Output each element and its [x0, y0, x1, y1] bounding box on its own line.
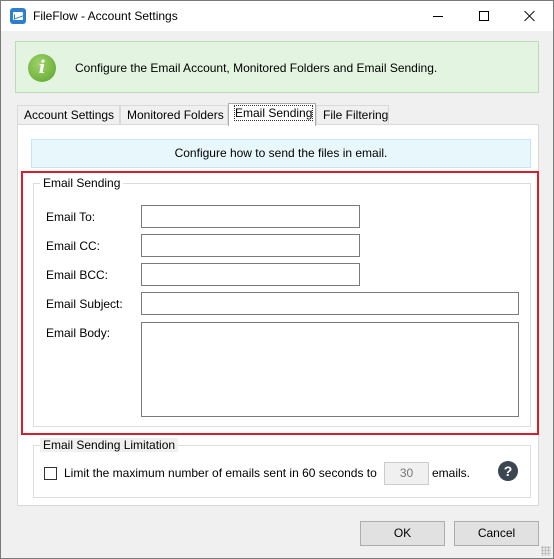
email-body-label: Email Body: [46, 326, 111, 340]
tab-monitored-folders[interactable]: Monitored Folders [120, 105, 228, 125]
maximize-button[interactable] [461, 1, 507, 31]
email-body-field[interactable] [141, 322, 519, 417]
email-cc-label: Email CC: [46, 239, 101, 253]
email-sending-legend: Email Sending [40, 176, 124, 190]
fileflow-app-icon [10, 8, 26, 24]
cancel-button[interactable]: Cancel [454, 521, 539, 546]
emails-label: emails. [432, 466, 471, 480]
email-to-label: Email To: [46, 210, 96, 224]
tab-file-filtering[interactable]: File Filtering [316, 105, 389, 125]
settings-window: FileFlow - Account Settings i Configure … [0, 0, 554, 559]
tab-label: Email Sending [233, 105, 314, 121]
info-banner: i Configure the Email Account, Monitored… [15, 41, 539, 93]
tab-label: Monitored Folders [127, 108, 224, 122]
email-limit-group: Email Sending Limitation Limit the maxim… [33, 438, 531, 498]
email-bcc-field[interactable] [141, 263, 360, 286]
tab-label: File Filtering [323, 108, 389, 122]
ok-button[interactable]: OK [360, 521, 445, 546]
title-bar: FileFlow - Account Settings [1, 1, 553, 31]
email-bcc-label: Email BCC: [46, 268, 109, 282]
window-title: FileFlow - Account Settings [33, 9, 178, 23]
close-button[interactable] [507, 1, 553, 31]
email-sending-panel: Configure how to send the files in email… [17, 124, 539, 506]
tab-account-settings[interactable]: Account Settings [17, 105, 120, 125]
email-subject-label: Email Subject: [46, 297, 123, 311]
close-icon [524, 10, 536, 22]
tab-label: Account Settings [24, 108, 115, 122]
maximize-icon [479, 11, 489, 21]
resize-grip-icon[interactable] [541, 546, 551, 556]
email-to-field[interactable] [141, 205, 360, 228]
minimize-button[interactable] [415, 1, 461, 31]
email-sending-group: Email Sending Email To: Email CC: Email … [33, 176, 531, 427]
help-icon[interactable]: ? [498, 461, 518, 481]
email-subject-field[interactable] [141, 292, 519, 315]
minimize-icon [433, 15, 443, 17]
banner-text: Configure the Email Account, Monitored F… [75, 61, 438, 75]
limit-checkbox[interactable] [44, 467, 57, 480]
info-icon: i [28, 54, 56, 82]
tab-email-sending[interactable]: Email Sending [228, 103, 316, 126]
email-cc-field[interactable] [141, 234, 360, 257]
config-hint: Configure how to send the files in email… [31, 139, 531, 168]
limit-count-input[interactable]: 30 [384, 462, 429, 485]
limit-label: Limit the maximum number of emails sent … [64, 466, 377, 480]
email-limit-legend: Email Sending Limitation [40, 438, 179, 452]
